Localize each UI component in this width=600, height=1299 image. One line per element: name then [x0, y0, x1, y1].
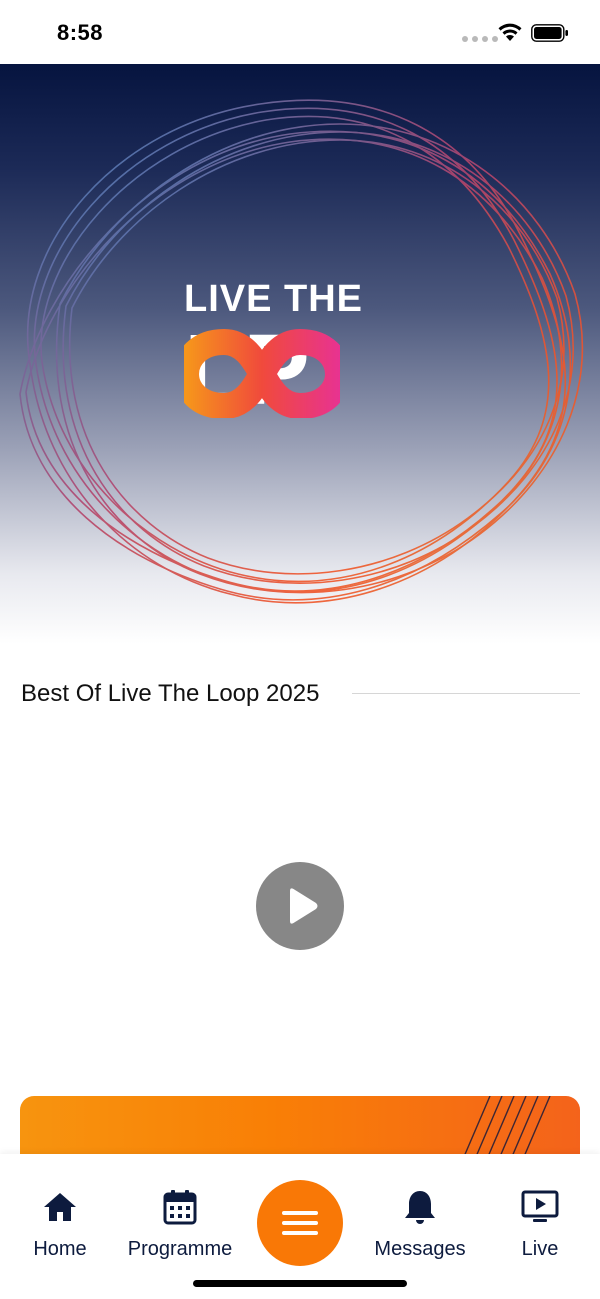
calendar-icon	[163, 1190, 197, 1225]
tab-label-home: Home	[33, 1238, 87, 1260]
wifi-icon	[498, 23, 522, 41]
hero-banner: LIVE THE L P	[0, 64, 600, 644]
bell-icon	[405, 1191, 435, 1224]
home-indicator	[193, 1280, 407, 1287]
tab-label-programme: Programme	[127, 1238, 233, 1260]
video-player[interactable]	[0, 720, 600, 1090]
section-divider	[352, 693, 580, 694]
battery-icon	[531, 24, 568, 42]
status-bar: 8:58	[0, 0, 600, 64]
tab-messages[interactable]: Messages	[360, 1188, 480, 1261]
hamburger-menu-icon	[282, 1211, 318, 1235]
play-icon	[290, 888, 318, 924]
event-logo: L P	[184, 320, 340, 420]
tab-label-messages: Messages	[374, 1238, 466, 1260]
tab-programme[interactable]: Programme	[120, 1188, 240, 1261]
play-screen-icon	[521, 1190, 559, 1222]
cellular-signal-icon	[462, 36, 498, 42]
section-title: Best Of Live The Loop 2025	[21, 680, 320, 707]
tab-live[interactable]: Live	[480, 1188, 600, 1261]
bottom-tab-bar: Home Programme Messages Live	[0, 1154, 600, 1299]
tab-home[interactable]: Home	[0, 1188, 120, 1261]
play-button[interactable]	[256, 862, 344, 950]
tab-label-live: Live	[521, 1238, 559, 1260]
home-icon	[44, 1193, 76, 1221]
menu-button[interactable]	[257, 1180, 343, 1266]
infinity-loop-icon	[184, 329, 340, 418]
status-time: 8:58	[57, 20, 104, 45]
